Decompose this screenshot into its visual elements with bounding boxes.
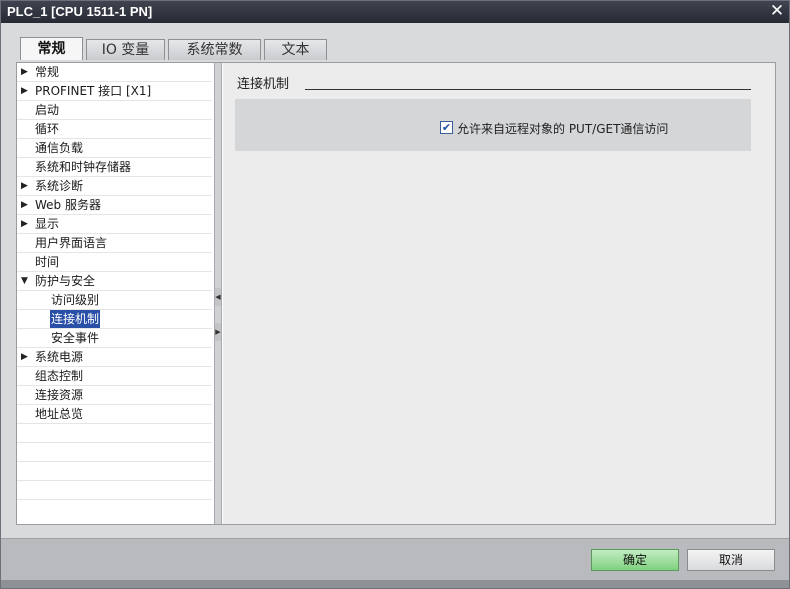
tab-general[interactable]: 常规 [20, 37, 83, 60]
dialog-window: PLC_1 [CPU 1511-1 PN] ✕ 常规 IO 变量 系统常数 文本… [0, 0, 790, 589]
tree-item-label: 地址总览 [35, 407, 84, 421]
tree-item-label: Web 服务器 [35, 198, 101, 212]
expand-arrow-icon[interactable]: ▶ [21, 215, 31, 233]
tree-item-label: 循环 [35, 122, 60, 136]
tree-empty-row [17, 481, 212, 500]
tree-item-access-level[interactable]: 访问级别 [17, 291, 212, 310]
tree-item-system-power[interactable]: ▶ 系统电源 [17, 348, 212, 367]
tree-item-label: 启动 [35, 103, 60, 117]
tree-item-web-server[interactable]: ▶ Web 服务器 [17, 196, 212, 215]
tree-item-ui-language[interactable]: 用户界面语言 [17, 234, 212, 253]
tree-item-label: 显示 [35, 217, 60, 231]
dialog-body: 常规 IO 变量 系统常数 文本 ▶ 常规 ▶ PROFINET 接口 [X1]… [1, 23, 789, 538]
tree-item-label: 连接资源 [35, 388, 84, 402]
tree-item-connection-mechanisms[interactable]: 连接机制 [17, 310, 212, 329]
tree-item-display[interactable]: ▶ 显示 [17, 215, 212, 234]
tree-item-label: 系统电源 [35, 350, 84, 364]
tree-item-label: 访问级别 [51, 293, 100, 307]
tree-item-label: 系统和时钟存储器 [35, 160, 132, 174]
tree-item-time[interactable]: 时间 [17, 253, 212, 272]
expand-arrow-icon[interactable]: ▶ [21, 196, 31, 214]
tree-item-system-clock-memory[interactable]: 系统和时钟存储器 [17, 158, 212, 177]
navigation-tree: ▶ 常规 ▶ PROFINET 接口 [X1] 启动 循环 通信负载 系统和时钟 [17, 63, 214, 524]
title-bar: PLC_1 [CPU 1511-1 PN] ✕ [1, 1, 789, 23]
tree-item-profinet-interface[interactable]: ▶ PROFINET 接口 [X1] [17, 82, 212, 101]
tab-texts[interactable]: 文本 [264, 39, 327, 60]
content-frame: ▶ 常规 ▶ PROFINET 接口 [X1] 启动 循环 通信负载 系统和时钟 [16, 62, 776, 525]
tree-item-system-diagnostics[interactable]: ▶ 系统诊断 [17, 177, 212, 196]
section-divider [305, 89, 751, 90]
tree-item-general[interactable]: ▶ 常规 [17, 63, 212, 82]
option-group: ✔ 允许来自远程对象的 PUT/GET通信访问 [235, 99, 751, 151]
cancel-button[interactable]: 取消 [687, 549, 775, 571]
tree-item-startup[interactable]: 启动 [17, 101, 212, 120]
tree-item-connection-resources[interactable]: 连接资源 [17, 386, 212, 405]
put-get-checkbox-label[interactable]: 允许来自远程对象的 PUT/GET通信访问 [457, 120, 668, 137]
collapse-left-icon[interactable]: ◀ [215, 288, 221, 306]
pane-splitter[interactable]: ◀ ▶ [214, 63, 222, 524]
tree-item-label: 通信负载 [35, 141, 84, 155]
tree-item-label: 组态控制 [35, 369, 84, 383]
button-bar: 确定 取消 [1, 538, 789, 580]
collapse-arrow-icon[interactable]: ▼ [21, 272, 31, 290]
close-icon[interactable]: ✕ [767, 2, 787, 22]
tab-system-constants[interactable]: 系统常数 [168, 39, 261, 60]
tree-item-label: 防护与安全 [35, 274, 96, 288]
tree-item-address-overview[interactable]: 地址总览 [17, 405, 212, 424]
tree-item-label: 时间 [35, 255, 60, 269]
expand-arrow-icon[interactable]: ▶ [21, 63, 31, 81]
tree-item-configuration-control[interactable]: 组态控制 [17, 367, 212, 386]
section-title: 连接机制 [237, 77, 290, 92]
tree-item-label-selected: 连接机制 [50, 310, 101, 328]
tree-item-label: 系统诊断 [35, 179, 84, 193]
put-get-checkbox[interactable]: ✔ [440, 121, 453, 134]
ok-button[interactable]: 确定 [591, 549, 679, 571]
tree-item-cycle[interactable]: 循环 [17, 120, 212, 139]
tree-item-label: 安全事件 [51, 331, 100, 345]
expand-arrow-icon[interactable]: ▶ [21, 82, 31, 100]
tree-item-security-events[interactable]: 安全事件 [17, 329, 212, 348]
tree-item-protection-security[interactable]: ▼ 防护与安全 [17, 272, 212, 291]
tree-empty-row [17, 462, 212, 481]
expand-arrow-icon[interactable]: ▶ [21, 177, 31, 195]
properties-pane: 连接机制 ✔ 允许来自远程对象的 PUT/GET通信访问 [223, 63, 775, 524]
tree-item-communication-load[interactable]: 通信负载 [17, 139, 212, 158]
tab-io-tags[interactable]: IO 变量 [86, 39, 165, 60]
tree-empty-row [17, 424, 212, 443]
tab-strip: 常规 IO 变量 系统常数 文本 [20, 37, 330, 61]
tree-empty-row [17, 443, 212, 462]
tree-item-label: PROFINET 接口 [X1] [35, 84, 152, 98]
expand-right-icon[interactable]: ▶ [215, 323, 221, 341]
tree-item-label: 常规 [35, 65, 60, 79]
tree-item-label: 用户界面语言 [35, 236, 108, 250]
window-title: PLC_1 [CPU 1511-1 PN] [7, 4, 153, 19]
expand-arrow-icon[interactable]: ▶ [21, 348, 31, 366]
window-bottom-edge [1, 580, 789, 588]
